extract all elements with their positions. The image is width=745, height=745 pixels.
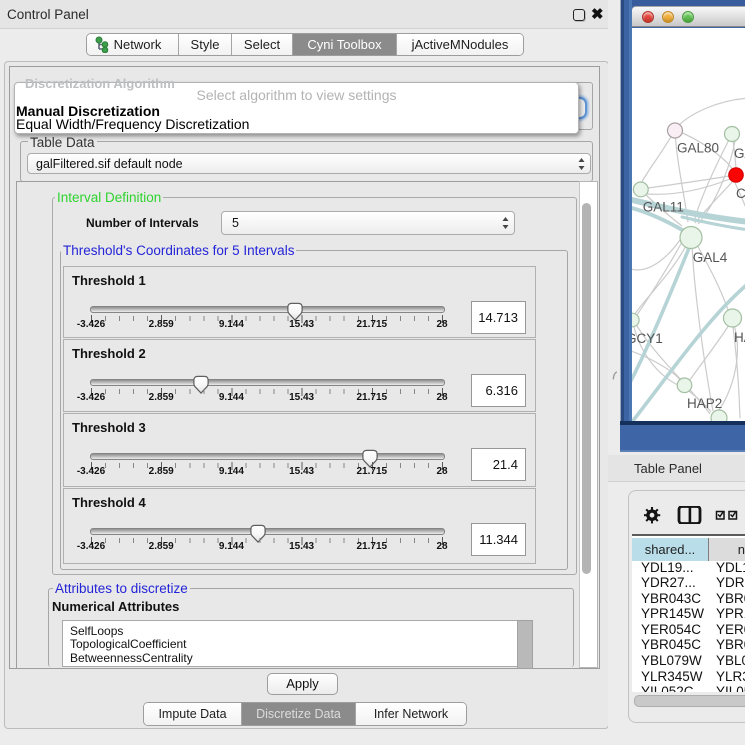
svg-text:GAL11: GAL11 <box>643 200 684 215</box>
svg-text:GAL80: GAL80 <box>677 141 719 156</box>
svg-text:C: C <box>736 186 745 201</box>
svg-text:GAL4: GAL4 <box>693 250 728 265</box>
svg-text:HA: HA <box>734 330 745 345</box>
svg-text:HAP2: HAP2 <box>687 396 722 411</box>
svg-text:GA: GA <box>734 146 745 161</box>
svg-text:GCY1: GCY1 <box>632 331 663 346</box>
